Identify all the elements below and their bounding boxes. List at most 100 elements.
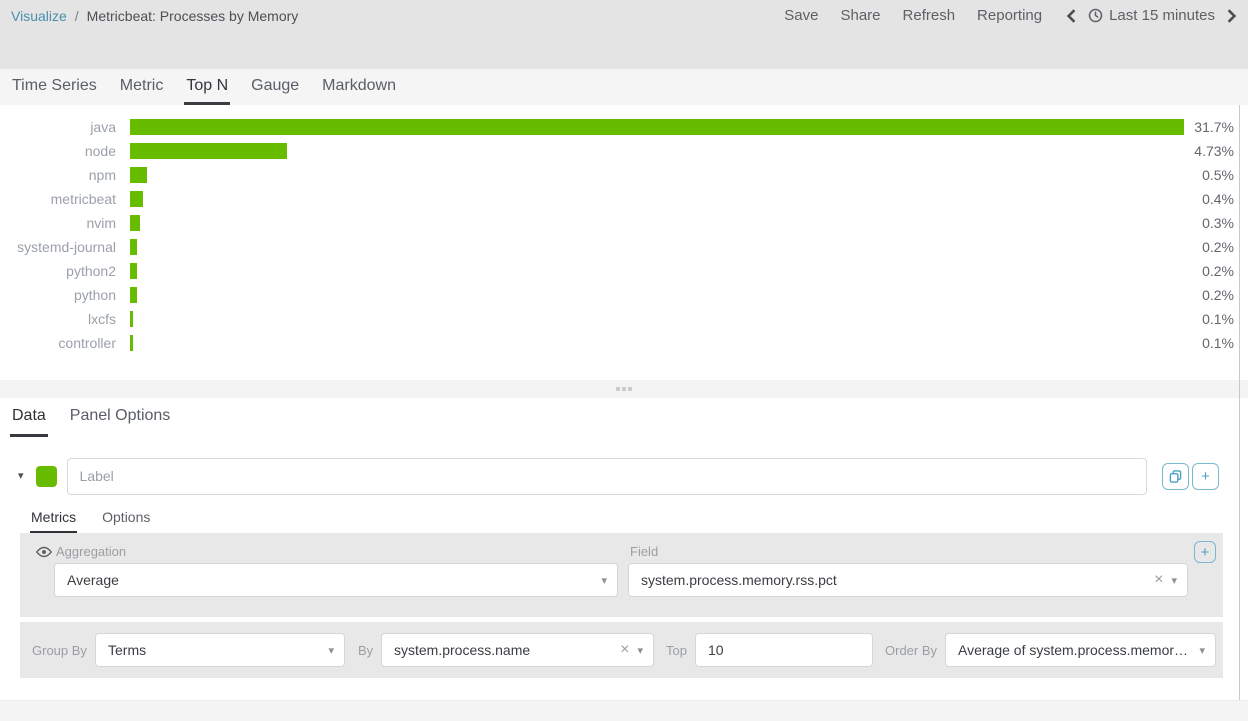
order-by-label: Order By — [885, 643, 937, 658]
viz-type-tab-label: Time Series — [12, 77, 97, 95]
top-n-input[interactable] — [695, 633, 873, 667]
editor-tabs: Data Panel Options — [0, 398, 1248, 437]
chart-bar-row: metricbeat 0.4% — [0, 191, 1248, 207]
field-select-value: system.process.memory.rss.pct — [641, 572, 1146, 588]
chart-bar-row: python2 0.2% — [0, 263, 1248, 279]
viz-type-tab[interactable]: Markdown — [320, 69, 398, 105]
bar-track — [130, 311, 1184, 327]
tab-metrics[interactable]: Metrics — [30, 503, 77, 533]
breadcrumb-separator: / — [75, 8, 79, 24]
order-by-value: Average of system.process.memory... — [958, 642, 1191, 658]
scrollbar-border — [1239, 105, 1240, 700]
chart-bar-row: systemd-journal 0.2% — [0, 239, 1248, 255]
bar-value-label: 31.7% — [1190, 119, 1234, 135]
time-range-button[interactable]: Last 15 minutes — [1088, 7, 1215, 24]
panel-resize-handle[interactable] — [0, 380, 1248, 398]
viz-type-tab-label: Gauge — [251, 77, 299, 95]
group-by-label: Group By — [32, 643, 87, 658]
bar — [130, 191, 143, 207]
chevron-down-icon: ▾ — [1171, 574, 1177, 587]
bar — [130, 167, 147, 183]
chart-bar-row: node 4.73% — [0, 143, 1248, 159]
group-by-field-value: system.process.name — [394, 642, 612, 658]
chevron-right-icon — [1226, 9, 1237, 23]
bar-track — [130, 335, 1184, 351]
chart-bar-row: controller 0.1% — [0, 335, 1248, 351]
eye-icon[interactable] — [35, 545, 53, 563]
group-by-panel: Group By Terms ▾ By system.process.name … — [20, 622, 1223, 678]
viz-type-tab[interactable]: Time Series — [10, 69, 99, 105]
tab-data[interactable]: Data — [10, 398, 48, 437]
group-by-type-value: Terms — [108, 642, 320, 658]
series-label-input[interactable] — [67, 458, 1147, 495]
bar-value-label: 4.73% — [1190, 143, 1234, 159]
bar-category-label: npm — [0, 167, 116, 183]
timepicker: Last 15 minutes — [1064, 7, 1239, 24]
series-collapse-caret-icon[interactable]: ▾ — [18, 471, 24, 482]
field-select[interactable]: system.process.memory.rss.pct × ▾ — [628, 563, 1188, 597]
chevron-left-icon — [1066, 9, 1077, 23]
time-range-label: Last 15 minutes — [1109, 7, 1215, 24]
reporting-button[interactable]: Reporting — [977, 7, 1042, 24]
time-forward-button[interactable] — [1224, 9, 1239, 23]
tab-options[interactable]: Options — [101, 503, 151, 533]
time-back-button[interactable] — [1064, 9, 1079, 23]
bar-category-label: metricbeat — [0, 191, 116, 207]
bar-value-label: 0.2% — [1190, 287, 1234, 303]
aggregation-label: Aggregation — [56, 544, 126, 559]
chevron-down-icon: ▾ — [328, 644, 334, 657]
chart-bar-row: python 0.2% — [0, 287, 1248, 303]
viz-type-tab[interactable]: Gauge — [249, 69, 301, 105]
tab-panel-options[interactable]: Panel Options — [68, 398, 173, 437]
bar-category-label: python2 — [0, 263, 116, 279]
bar-track — [130, 167, 1184, 183]
breadcrumb: Visualize / Metricbeat: Processes by Mem… — [11, 8, 298, 24]
bar-track — [130, 119, 1184, 135]
bar-category-label: node — [0, 143, 116, 159]
add-metric-button[interactable]: + — [1194, 541, 1216, 563]
group-by-field-select[interactable]: system.process.name × ▾ — [381, 633, 654, 667]
bar-category-label: java — [0, 119, 116, 135]
save-button[interactable]: Save — [784, 7, 818, 24]
clear-icon[interactable]: × — [1154, 572, 1163, 588]
clock-icon — [1088, 8, 1103, 23]
bar — [130, 143, 287, 159]
bar — [130, 311, 133, 327]
app-header: Visualize / Metricbeat: Processes by Mem… — [0, 0, 1248, 69]
bar-value-label: 0.4% — [1190, 191, 1234, 207]
aggregation-select[interactable]: Average ▾ — [54, 563, 618, 597]
plus-icon: + — [1201, 468, 1210, 485]
viz-type-tab[interactable]: Top N — [184, 69, 230, 105]
series-color-swatch[interactable] — [36, 466, 57, 487]
bar-category-label: nvim — [0, 215, 116, 231]
refresh-button[interactable]: Refresh — [903, 7, 956, 24]
bar — [130, 263, 137, 279]
tab-options-label: Options — [102, 509, 150, 525]
group-by-type-select[interactable]: Terms ▾ — [95, 633, 345, 667]
bar — [130, 287, 137, 303]
tab-data-label: Data — [12, 407, 46, 425]
aggregation-select-value: Average — [67, 572, 593, 588]
topn-chart: java 31.7% node 4.73% npm 0.5% metricbea… — [0, 105, 1248, 380]
clone-series-button[interactable] — [1162, 463, 1189, 490]
bar-track — [130, 215, 1184, 231]
bar-track — [130, 263, 1184, 279]
breadcrumb-visualize-link[interactable]: Visualize — [11, 8, 67, 24]
bar-value-label: 0.5% — [1190, 167, 1234, 183]
tab-panel-options-label: Panel Options — [70, 407, 171, 425]
top-navigation: Save Share Refresh Reporting Last 15 min… — [784, 7, 1239, 24]
aggregation-panel: Aggregation Average ▾ Field system.proce… — [20, 533, 1223, 617]
chart-bar-row: java 31.7% — [0, 119, 1248, 135]
chart-bar-row: nvim 0.3% — [0, 215, 1248, 231]
clear-icon[interactable]: × — [620, 642, 629, 658]
share-button[interactable]: Share — [840, 7, 880, 24]
field-label: Field — [630, 544, 658, 559]
tab-metrics-label: Metrics — [31, 509, 76, 525]
add-series-button[interactable]: + — [1192, 463, 1219, 490]
order-by-select[interactable]: Average of system.process.memory... ▾ — [945, 633, 1216, 667]
viz-type-tabs: Time Series Metric Top N Gauge Markdown — [0, 69, 1248, 105]
viz-type-tab[interactable]: Metric — [118, 69, 166, 105]
chevron-down-icon: ▾ — [601, 574, 607, 587]
drag-handle-icon — [616, 387, 632, 391]
bar-value-label: 0.2% — [1190, 239, 1234, 255]
